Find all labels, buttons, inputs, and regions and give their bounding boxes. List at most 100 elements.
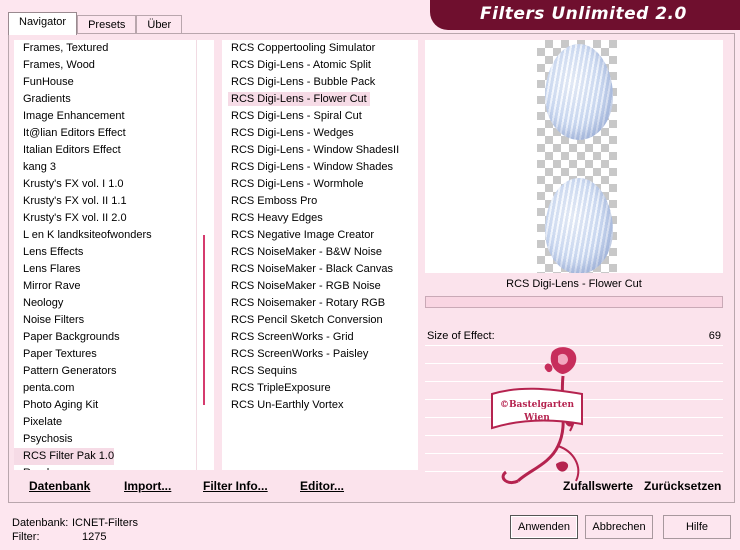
filter-item[interactable]: RCS Digi-Lens - Wedges (222, 125, 418, 142)
database-value: ICNET-Filters (72, 517, 138, 529)
category-item[interactable]: Photo Aging Kit (14, 397, 214, 414)
filter-item-label: RCS Digi-Lens - Wedges (231, 127, 354, 139)
watermark-text-2: Wien (523, 413, 550, 423)
app-title: Filters Unlimited 2.0 (480, 4, 687, 24)
filter-item[interactable]: RCS Emboss Pro (222, 193, 418, 210)
filter-item[interactable]: RCS Digi-Lens - Bubble Pack (222, 74, 418, 91)
transparency-checkerboard (537, 40, 617, 274)
filter-item-label: RCS Digi-Lens - Spiral Cut (231, 110, 362, 122)
category-item[interactable]: Krusty's FX vol. II 1.1 (14, 193, 214, 210)
filter-item[interactable]: RCS Heavy Edges (222, 210, 418, 227)
filter-item[interactable]: RCS Negative Image Creator (222, 227, 418, 244)
filter-count-value: 1275 (82, 531, 107, 543)
category-scrollbar-thumb[interactable] (203, 235, 205, 405)
filter-list[interactable]: RCS Coppertooling Simulator RCS Digi-Lens… (222, 40, 418, 470)
category-item[interactable]: Lens Effects (14, 244, 214, 261)
category-item[interactable]: Noise Filters (14, 312, 214, 329)
category-item[interactable]: Psychosis (14, 431, 214, 448)
filter-item[interactable]: RCS Un-Earthly Vortex (222, 397, 418, 414)
filter-item-label: RCS NoiseMaker - RGB Noise (231, 280, 381, 292)
filter-item[interactable]: RCS ScreenWorks - Paisley (222, 346, 418, 363)
filter-item[interactable]: RCS NoiseMaker - RGB Noise (222, 278, 418, 295)
category-item[interactable]: Render (14, 465, 214, 470)
category-item[interactable]: FunHouse (14, 74, 214, 91)
filter-item-label: RCS Digi-Lens - Bubble Pack (231, 76, 376, 88)
help-button[interactable]: Hilfe (663, 515, 731, 539)
filter-item-label: RCS Noisemaker - Rotary RGB (231, 297, 386, 309)
filter-item[interactable]: RCS Sequins (222, 363, 418, 380)
import-link[interactable]: Import... (124, 479, 171, 493)
filter-item-label: RCS NoiseMaker - B&W Noise (231, 246, 382, 258)
filter-item-label: RCS NoiseMaker - Black Canvas (231, 263, 393, 275)
database-label: Datenbank: (12, 517, 69, 529)
tab-presets[interactable]: Presets (77, 15, 137, 35)
filter-item-label: RCS TripleExposure (231, 382, 331, 394)
filter-item[interactable]: RCS ScreenWorks - Grid (222, 329, 418, 346)
editor-link[interactable]: Editor... (300, 479, 344, 493)
category-item[interactable]: Krusty's FX vol. I 1.0 (14, 176, 214, 193)
database-link[interactable]: Datenbank (29, 479, 90, 493)
parameter-value: 69 (708, 330, 721, 342)
filter-item[interactable]: RCS TripleExposure (222, 380, 418, 397)
filter-item-label: RCS ScreenWorks - Grid (231, 331, 354, 343)
category-item[interactable]: kang 3 (14, 159, 214, 176)
preview-pane (425, 40, 723, 274)
filter-count-label: Filter: (12, 531, 40, 543)
filter-item-label: RCS Emboss Pro (231, 195, 318, 207)
random-values-link[interactable]: Zufallswerte (563, 479, 633, 493)
category-item[interactable]: Frames, Textured (14, 40, 214, 57)
cancel-button[interactable]: Abbrechen (585, 515, 653, 539)
filter-item[interactable]: RCS Digi-Lens - Wormhole (222, 176, 418, 193)
filter-item[interactable]: RCS Coppertooling Simulator (222, 40, 418, 57)
category-item[interactable]: Image Enhancement (14, 108, 214, 125)
category-item[interactable]: Paper Backgrounds (14, 329, 214, 346)
category-item[interactable]: Krusty's FX vol. II 2.0 (14, 210, 214, 227)
category-item[interactable]: Pixelate (14, 414, 214, 431)
filter-item[interactable]: RCS Digi-Lens - Window Shades (222, 159, 418, 176)
filter-item-label: RCS Digi-Lens - Wormhole (231, 178, 364, 190)
apply-button[interactable]: Anwenden (510, 515, 578, 539)
status-area: Datenbank: ICNET-Filters Filter: 1275 (12, 516, 138, 544)
filter-item[interactable]: RCS Digi-Lens - Window ShadesII (222, 142, 418, 159)
progress-bar (425, 296, 723, 308)
category-scrollbar[interactable] (196, 40, 214, 470)
category-item[interactable]: Neology (14, 295, 214, 312)
filter-item[interactable]: RCS Pencil Sketch Conversion (222, 312, 418, 329)
category-item[interactable]: RCS Filter Pak 1.0 (14, 448, 114, 465)
reset-link[interactable]: Zurücksetzen (644, 479, 721, 493)
filter-item-label: RCS ScreenWorks - Paisley (231, 348, 369, 360)
preview-egg-bottom (545, 178, 613, 274)
preview-egg-top (545, 44, 613, 140)
category-item[interactable]: Mirror Rave (14, 278, 214, 295)
category-item[interactable]: Gradients (14, 91, 214, 108)
filter-item[interactable]: RCS Digi-Lens - Spiral Cut (222, 108, 418, 125)
category-list[interactable]: Frames, Textured Frames, Wood FunHouse Grad… (14, 40, 214, 470)
category-item[interactable]: L en K landksiteofwonders (14, 227, 214, 244)
watermark-logo: ©Bastelgarten Wien (491, 347, 583, 485)
filter-item-label: RCS Negative Image Creator (231, 229, 375, 241)
filter-item[interactable]: RCS Digi-Lens - Flower Cut (222, 91, 418, 108)
category-item[interactable]: Pattern Generators (14, 363, 214, 380)
filter-item[interactable]: RCS Digi-Lens - Atomic Split (222, 57, 418, 74)
filter-item-label: RCS Coppertooling Simulator (231, 42, 376, 54)
category-item[interactable]: Frames, Wood (14, 57, 214, 74)
category-item[interactable]: Lens Flares (14, 261, 214, 278)
current-filter-name: RCS Digi-Lens - Flower Cut (425, 273, 723, 295)
tab-navigator[interactable]: Navigator (8, 12, 78, 35)
filter-item[interactable]: RCS NoiseMaker - B&W Noise (222, 244, 418, 261)
filter-item-label: RCS Digi-Lens - Flower Cut (228, 92, 370, 106)
filter-item-label: RCS Digi-Lens - Window Shades (231, 161, 394, 173)
filter-info-link[interactable]: Filter Info... (203, 479, 268, 493)
filter-item-label: RCS Un-Earthly Vortex (231, 399, 344, 411)
filter-item[interactable]: RCS NoiseMaker - Black Canvas (222, 261, 418, 278)
category-item[interactable]: Paper Textures (14, 346, 214, 363)
filter-item-label: RCS Pencil Sketch Conversion (231, 314, 383, 326)
filter-item[interactable]: RCS Noisemaker - Rotary RGB (222, 295, 418, 312)
category-item[interactable]: Italian Editors Effect (14, 142, 214, 159)
tab-about[interactable]: Über (136, 15, 183, 35)
category-item[interactable]: penta.com (14, 380, 214, 397)
category-item[interactable]: It@lian Editors Effect (14, 125, 214, 142)
parameter-size-of-effect[interactable]: Size of Effect: 69 (425, 326, 723, 346)
watermark-text-1: ©Bastelgarten (500, 400, 575, 410)
filter-item-label: RCS Sequins (231, 365, 298, 377)
